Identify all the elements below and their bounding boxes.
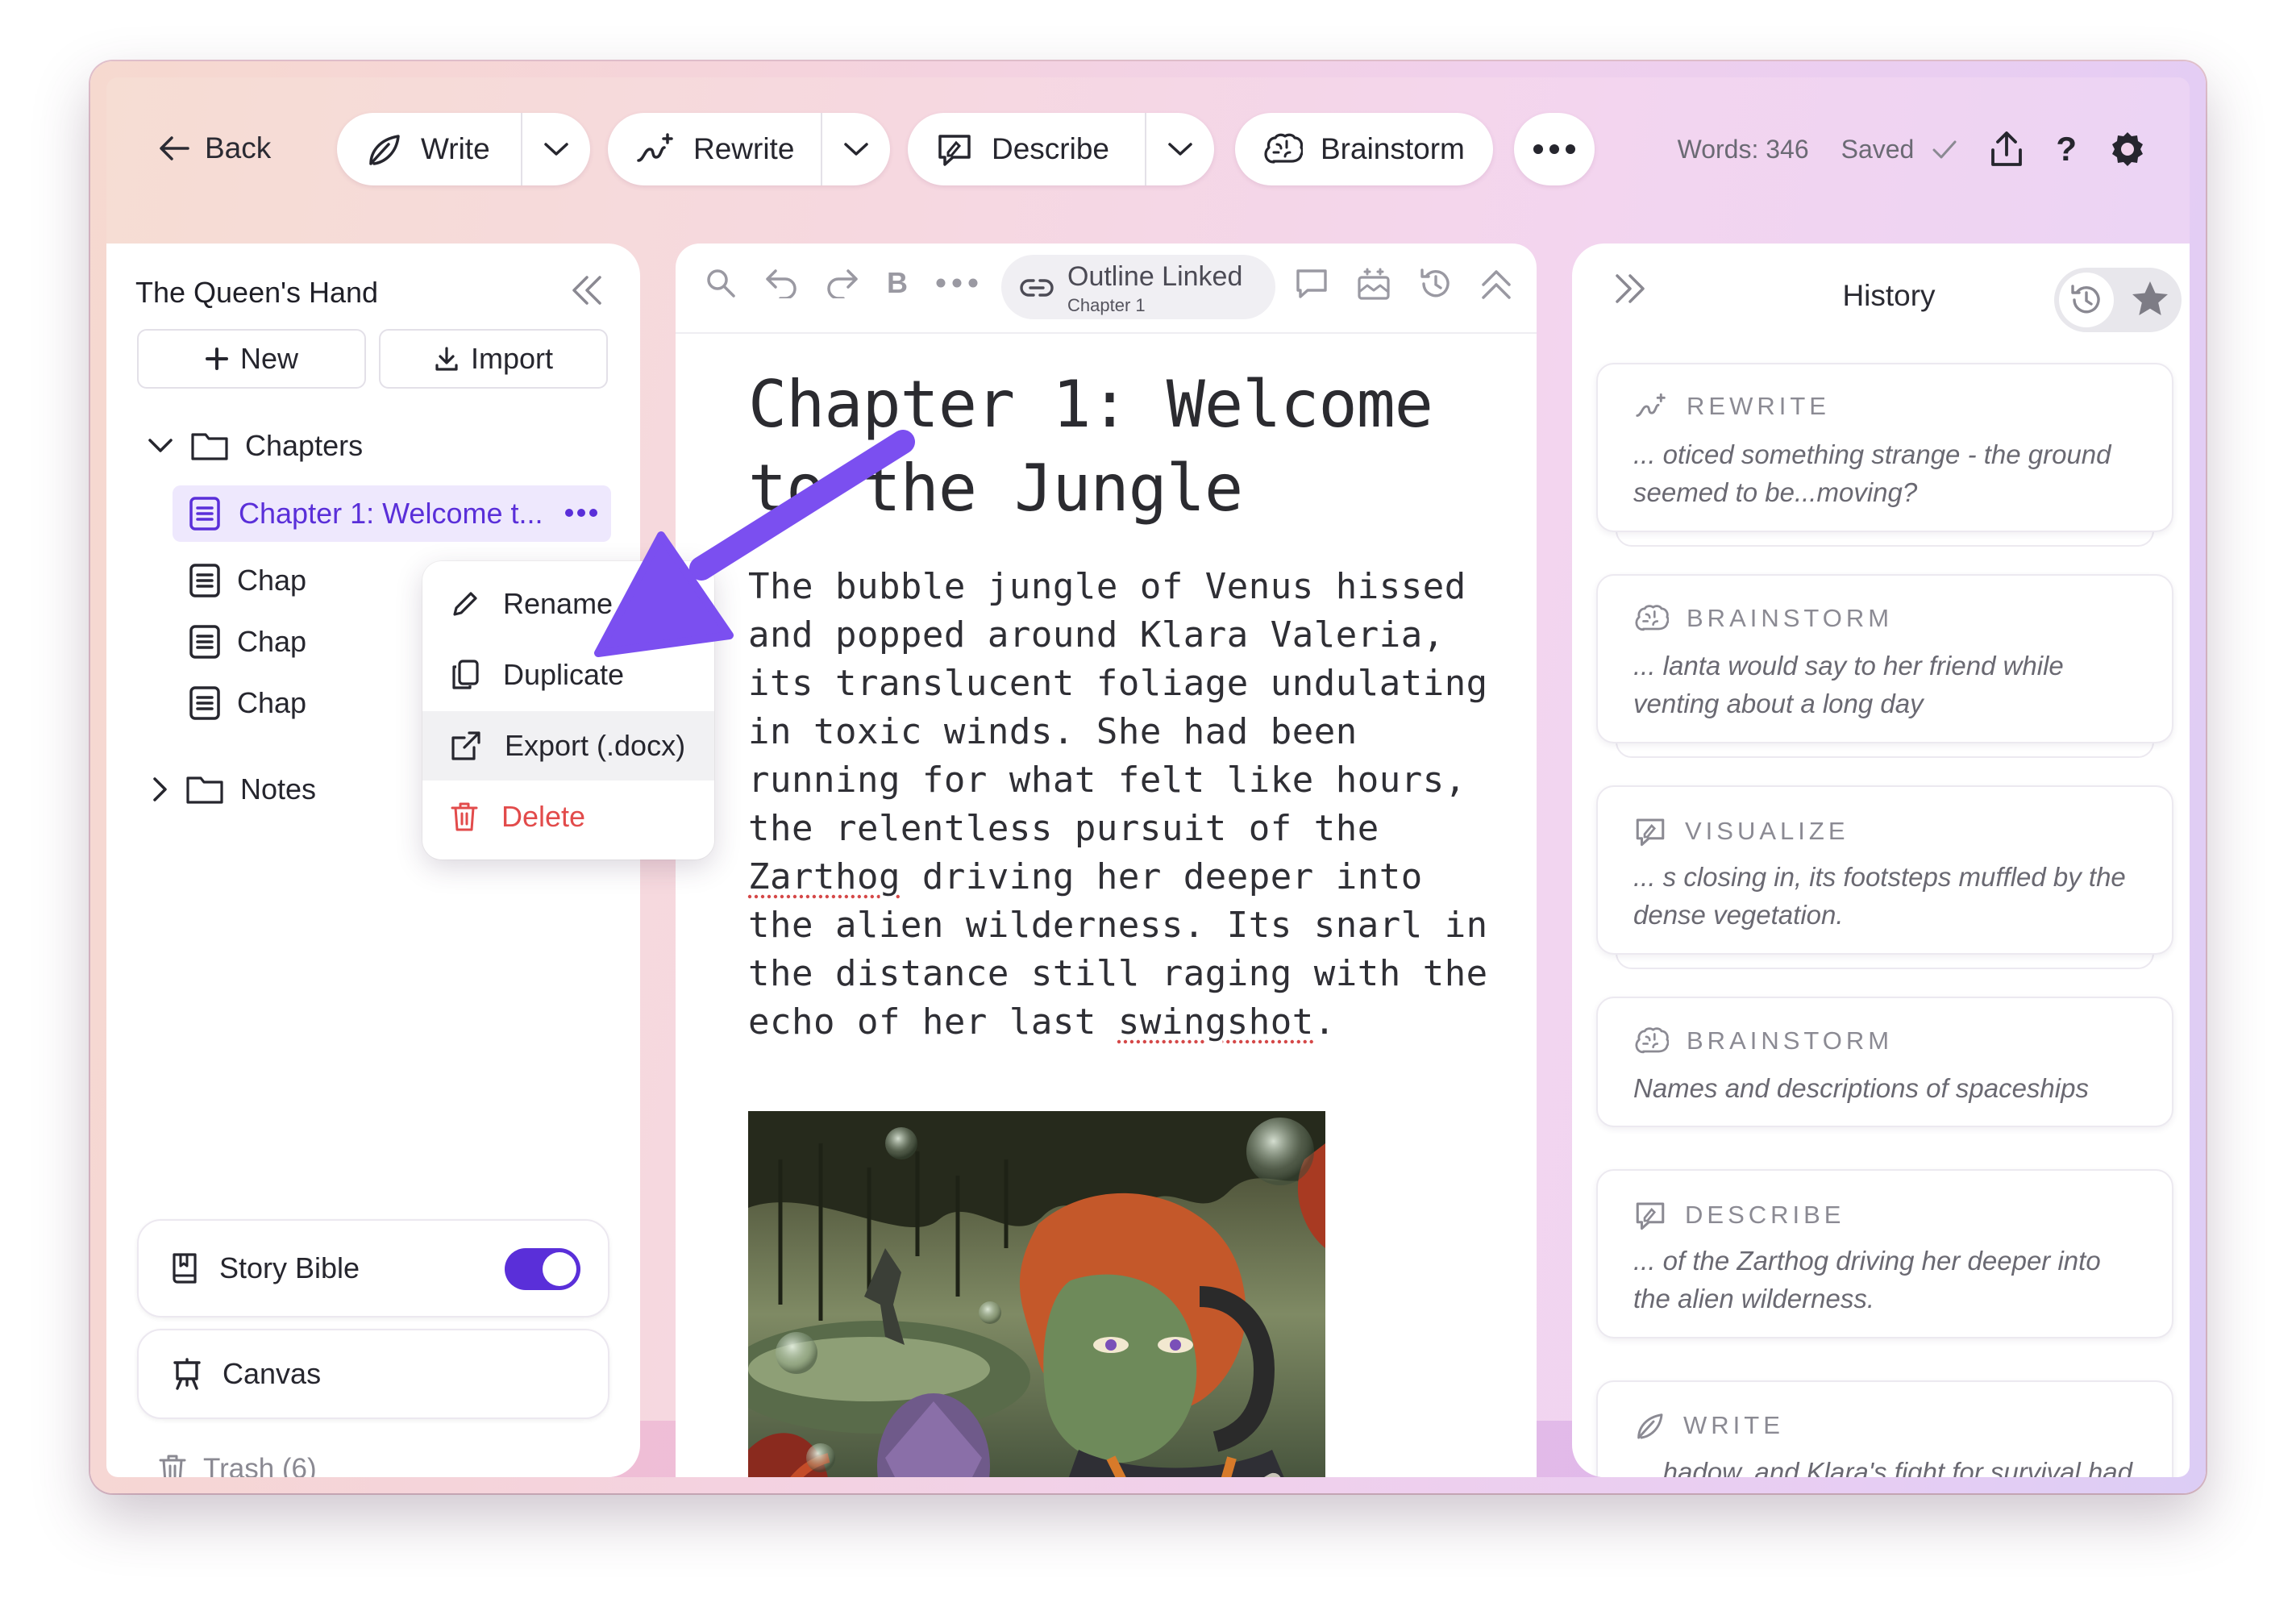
annotation-arrow-icon	[594, 430, 915, 657]
